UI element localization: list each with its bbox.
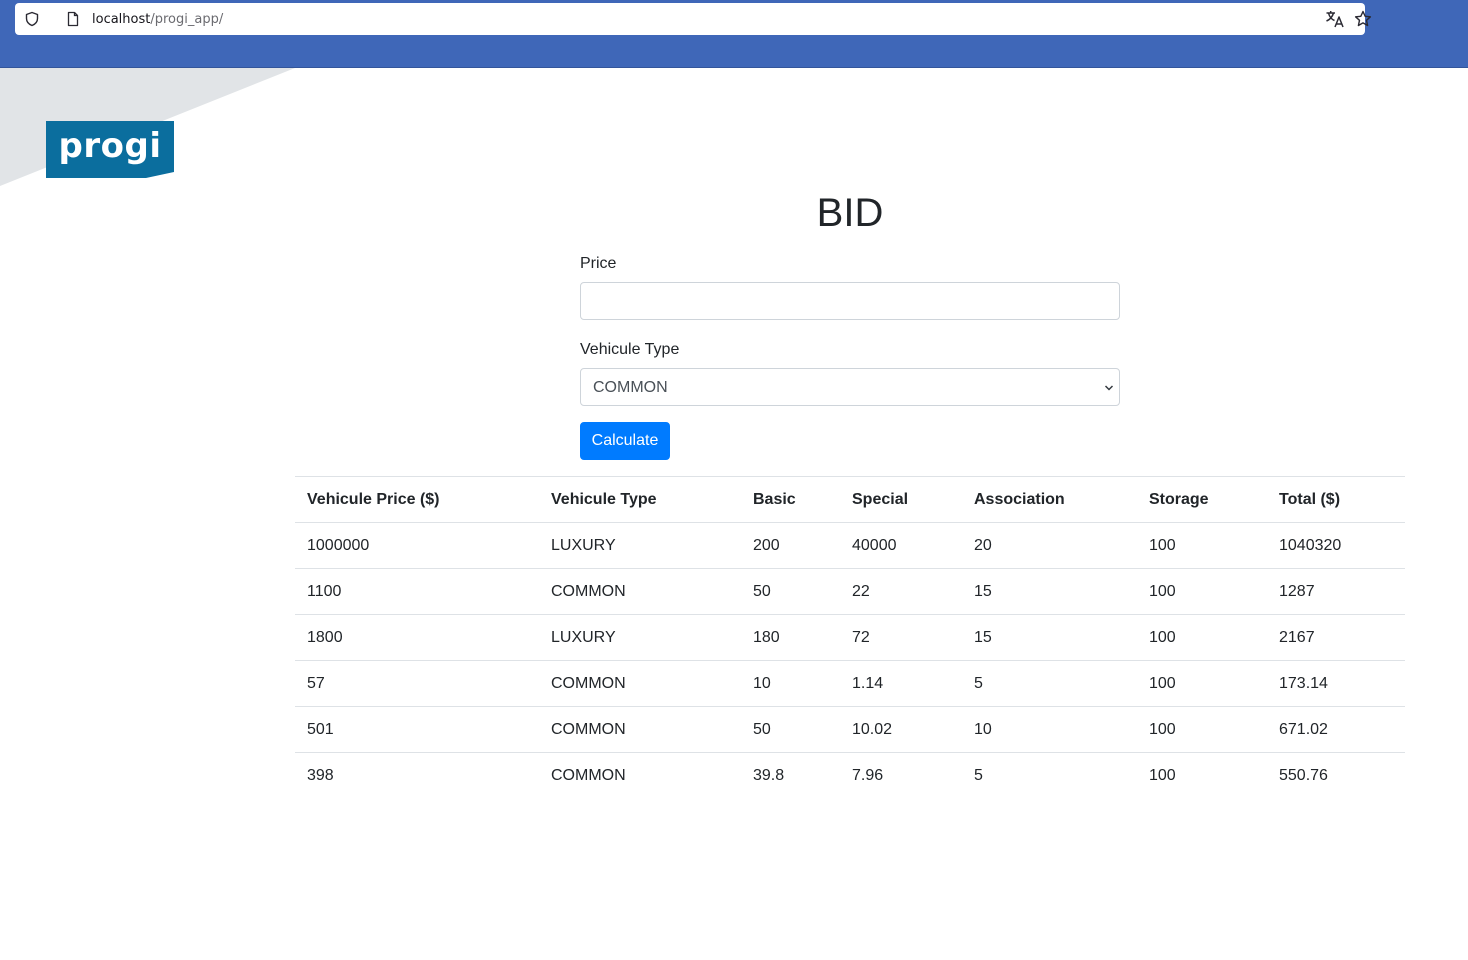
cell-total: 173.14 xyxy=(1267,660,1405,707)
url-text[interactable]: localhost/progi_app/ xyxy=(92,12,223,28)
header-vehicule-price: Vehicule Price ($) xyxy=(295,476,539,523)
cell-association: 10 xyxy=(962,706,1137,753)
progi-logo: progi xyxy=(46,121,174,179)
cell-association: 20 xyxy=(962,522,1137,569)
cell-vehicule-type: COMMON xyxy=(539,752,741,799)
cell-special: 40000 xyxy=(840,522,962,569)
vehicule-type-label: Vehicule Type xyxy=(580,341,680,358)
url-path: /progi_app/ xyxy=(150,12,224,27)
cell-total: 1287 xyxy=(1267,568,1405,615)
cell-vehicule-price: 57 xyxy=(295,660,539,707)
shield-icon[interactable] xyxy=(24,11,40,27)
cell-special: 10.02 xyxy=(840,706,962,753)
table-row: 501 COMMON 50 10.02 10 100 671.02 xyxy=(295,706,1405,753)
cell-total: 671.02 xyxy=(1267,706,1405,753)
cell-total: 2167 xyxy=(1267,614,1405,661)
cell-vehicule-type: COMMON xyxy=(539,706,741,753)
cell-storage: 100 xyxy=(1137,706,1267,753)
page-icon[interactable] xyxy=(65,11,81,27)
header-special: Special xyxy=(840,476,962,523)
table-row: 57 COMMON 10 1.14 5 100 173.14 xyxy=(295,660,1405,707)
results-table: Vehicule Price ($) Vehicule Type Basic S… xyxy=(295,476,1405,799)
header-storage: Storage xyxy=(1137,476,1267,523)
table-row: 398 COMMON 39.8 7.96 5 100 550.76 xyxy=(295,752,1405,799)
cell-special: 1.14 xyxy=(840,660,962,707)
cell-basic: 50 xyxy=(741,568,840,615)
cell-basic: 50 xyxy=(741,706,840,753)
calculate-button[interactable]: Calculate xyxy=(580,422,670,460)
cell-storage: 100 xyxy=(1137,522,1267,569)
cell-vehicule-type: LUXURY xyxy=(539,614,741,661)
cell-vehicule-price: 501 xyxy=(295,706,539,753)
vehicule-type-selected: COMMON xyxy=(593,379,668,396)
cell-vehicule-type: COMMON xyxy=(539,660,741,707)
translate-icon[interactable] xyxy=(1325,10,1345,28)
header-vehicule-type: Vehicule Type xyxy=(539,476,741,523)
logo-text: progi xyxy=(58,126,162,166)
cell-storage: 100 xyxy=(1137,660,1267,707)
cell-storage: 100 xyxy=(1137,752,1267,799)
vehicule-type-select[interactable]: COMMON xyxy=(580,368,1120,406)
cell-association: 15 xyxy=(962,614,1137,661)
price-input[interactable] xyxy=(580,282,1120,320)
table-header-row: Vehicule Price ($) Vehicule Type Basic S… xyxy=(295,476,1405,523)
star-icon[interactable] xyxy=(1354,10,1372,28)
page-title: BID xyxy=(816,191,884,235)
table-row: 1100 COMMON 50 22 15 100 1287 xyxy=(295,568,1405,615)
address-bar[interactable]: localhost/progi_app/ xyxy=(15,3,1372,35)
header-total: Total ($) xyxy=(1267,476,1405,523)
table-row: 1000000 LUXURY 200 40000 20 100 1040320 xyxy=(295,522,1405,569)
url-host: localhost xyxy=(92,12,151,27)
header-basic: Basic xyxy=(741,476,840,523)
chevron-down-icon xyxy=(1104,385,1114,391)
cell-association: 5 xyxy=(962,660,1137,707)
browser-toolbar: localhost/progi_app/ xyxy=(0,0,1468,68)
cell-vehicule-price: 1100 xyxy=(295,568,539,615)
cell-basic: 10 xyxy=(741,660,840,707)
cell-vehicule-type: COMMON xyxy=(539,568,741,615)
cell-total: 1040320 xyxy=(1267,522,1405,569)
header-association: Association xyxy=(962,476,1137,523)
cell-association: 15 xyxy=(962,568,1137,615)
cell-total: 550.76 xyxy=(1267,752,1405,799)
cell-vehicule-price: 1000000 xyxy=(295,522,539,569)
cell-basic: 180 xyxy=(741,614,840,661)
cell-vehicule-type: LUXURY xyxy=(539,522,741,569)
cell-storage: 100 xyxy=(1137,614,1267,661)
cell-storage: 100 xyxy=(1137,568,1267,615)
cell-vehicule-price: 398 xyxy=(295,752,539,799)
cell-association: 5 xyxy=(962,752,1137,799)
price-label: Price xyxy=(580,255,617,272)
cell-special: 72 xyxy=(840,614,962,661)
cell-special: 7.96 xyxy=(840,752,962,799)
cell-vehicule-price: 1800 xyxy=(295,614,539,661)
cell-special: 22 xyxy=(840,568,962,615)
cell-basic: 39.8 xyxy=(741,752,840,799)
table-row: 1800 LUXURY 180 72 15 100 2167 xyxy=(295,614,1405,661)
cell-basic: 200 xyxy=(741,522,840,569)
